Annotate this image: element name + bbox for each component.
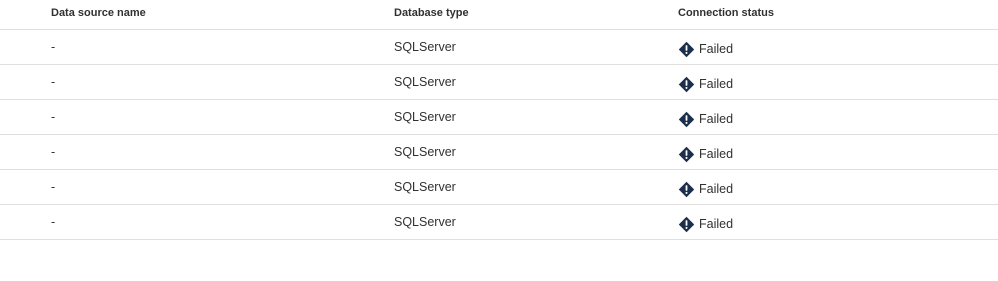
connection-status-cell: Failed xyxy=(678,110,734,128)
connection-status-cell: Failed xyxy=(678,75,734,93)
table-row[interactable]: - SQLServer Failed xyxy=(0,135,998,170)
error-diamond-icon xyxy=(678,216,695,233)
column-header-database-type[interactable]: Database type xyxy=(394,7,469,19)
column-header-connection-status[interactable]: Connection status xyxy=(678,7,774,19)
data-source-name-cell: - xyxy=(51,145,56,159)
connection-status-text: Failed xyxy=(699,181,734,196)
data-source-name-cell: - xyxy=(51,75,56,89)
table-header: Data source name Database type Connectio… xyxy=(0,0,998,30)
connection-status-text: Failed xyxy=(699,111,734,126)
table-row[interactable]: - SQLServer Failed xyxy=(0,100,998,135)
connection-status-cell: Failed xyxy=(678,40,734,58)
database-type-cell: SQLServer xyxy=(394,215,456,229)
connection-status-cell: Failed xyxy=(678,145,734,163)
table-row[interactable]: - SQLServer Failed xyxy=(0,205,998,240)
data-sources-table: Data source name Database type Connectio… xyxy=(0,0,998,240)
database-type-cell: SQLServer xyxy=(394,75,456,89)
database-type-cell: SQLServer xyxy=(394,40,456,54)
column-header-data-source-name[interactable]: Data source name xyxy=(51,7,146,19)
connection-status-cell: Failed xyxy=(678,215,734,233)
connection-status-text: Failed xyxy=(699,216,734,231)
error-diamond-icon xyxy=(678,76,695,93)
data-source-name-cell: - xyxy=(51,110,56,124)
table-row[interactable]: - SQLServer Failed xyxy=(0,170,998,205)
error-diamond-icon xyxy=(678,111,695,128)
connection-status-text: Failed xyxy=(699,41,734,56)
error-diamond-icon xyxy=(678,41,695,58)
connection-status-cell: Failed xyxy=(678,180,734,198)
database-type-cell: SQLServer xyxy=(394,110,456,124)
error-diamond-icon xyxy=(678,181,695,198)
data-source-name-cell: - xyxy=(51,215,56,229)
table-row[interactable]: - SQLServer Failed xyxy=(0,65,998,100)
data-source-name-cell: - xyxy=(51,180,56,194)
error-diamond-icon xyxy=(678,146,695,163)
database-type-cell: SQLServer xyxy=(394,145,456,159)
connection-status-text: Failed xyxy=(699,76,734,91)
connection-status-text: Failed xyxy=(699,146,734,161)
data-source-name-cell: - xyxy=(51,40,56,54)
database-type-cell: SQLServer xyxy=(394,180,456,194)
table-row[interactable]: - SQLServer Failed xyxy=(0,30,998,65)
